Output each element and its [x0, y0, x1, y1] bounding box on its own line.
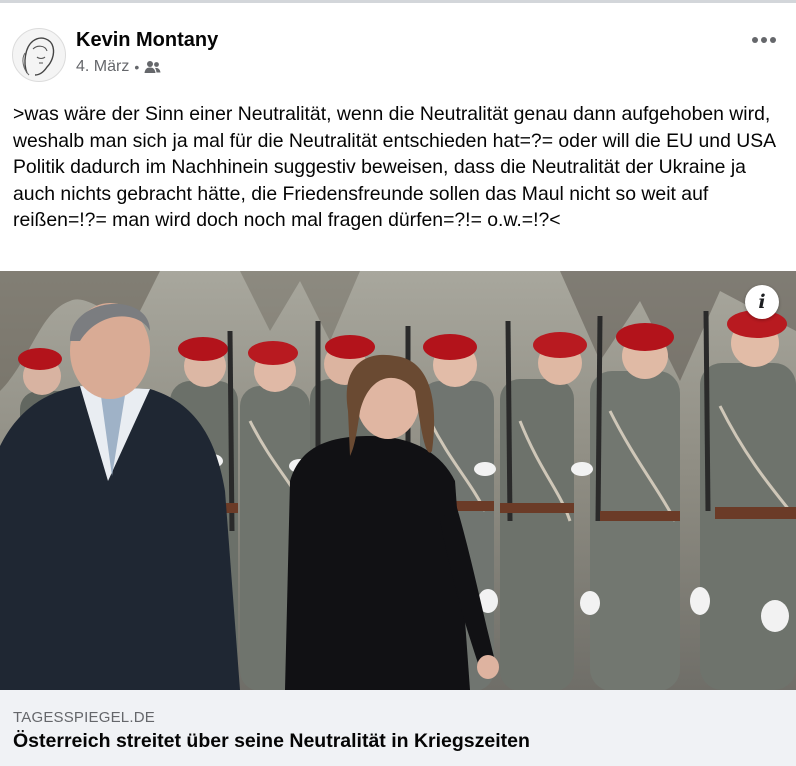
article-photo-illustration	[0, 271, 796, 690]
dot-icon	[770, 37, 776, 43]
dot-icon	[761, 37, 767, 43]
meta-separator: •	[134, 59, 140, 75]
post-date[interactable]: 4. März	[76, 58, 129, 76]
post-header: Kevin Montany 4. März •	[12, 26, 784, 86]
avatar[interactable]	[12, 28, 66, 82]
link-domain: TAGESSPIEGEL.DE	[13, 709, 155, 726]
info-icon: i	[758, 291, 766, 313]
author-name[interactable]: Kevin Montany	[76, 29, 218, 52]
info-button[interactable]: i	[745, 285, 779, 319]
dot-icon	[752, 37, 758, 43]
post-text: >was wäre der Sinn einer Neutralität, we…	[13, 103, 781, 231]
article-photo[interactable]: i	[0, 271, 796, 690]
top-divider	[0, 0, 796, 3]
link-headline[interactable]: Österreich streitet über seine Neutralit…	[13, 730, 530, 753]
friends-icon	[144, 60, 161, 74]
more-options-button[interactable]	[744, 26, 784, 54]
link-caption[interactable]: TAGESSPIEGEL.DE Österreich streitet über…	[0, 690, 796, 766]
link-preview-card[interactable]: i TAGESSPIEGEL.DE Österreich streitet üb…	[0, 271, 796, 766]
post-meta: 4. März •	[76, 58, 161, 76]
